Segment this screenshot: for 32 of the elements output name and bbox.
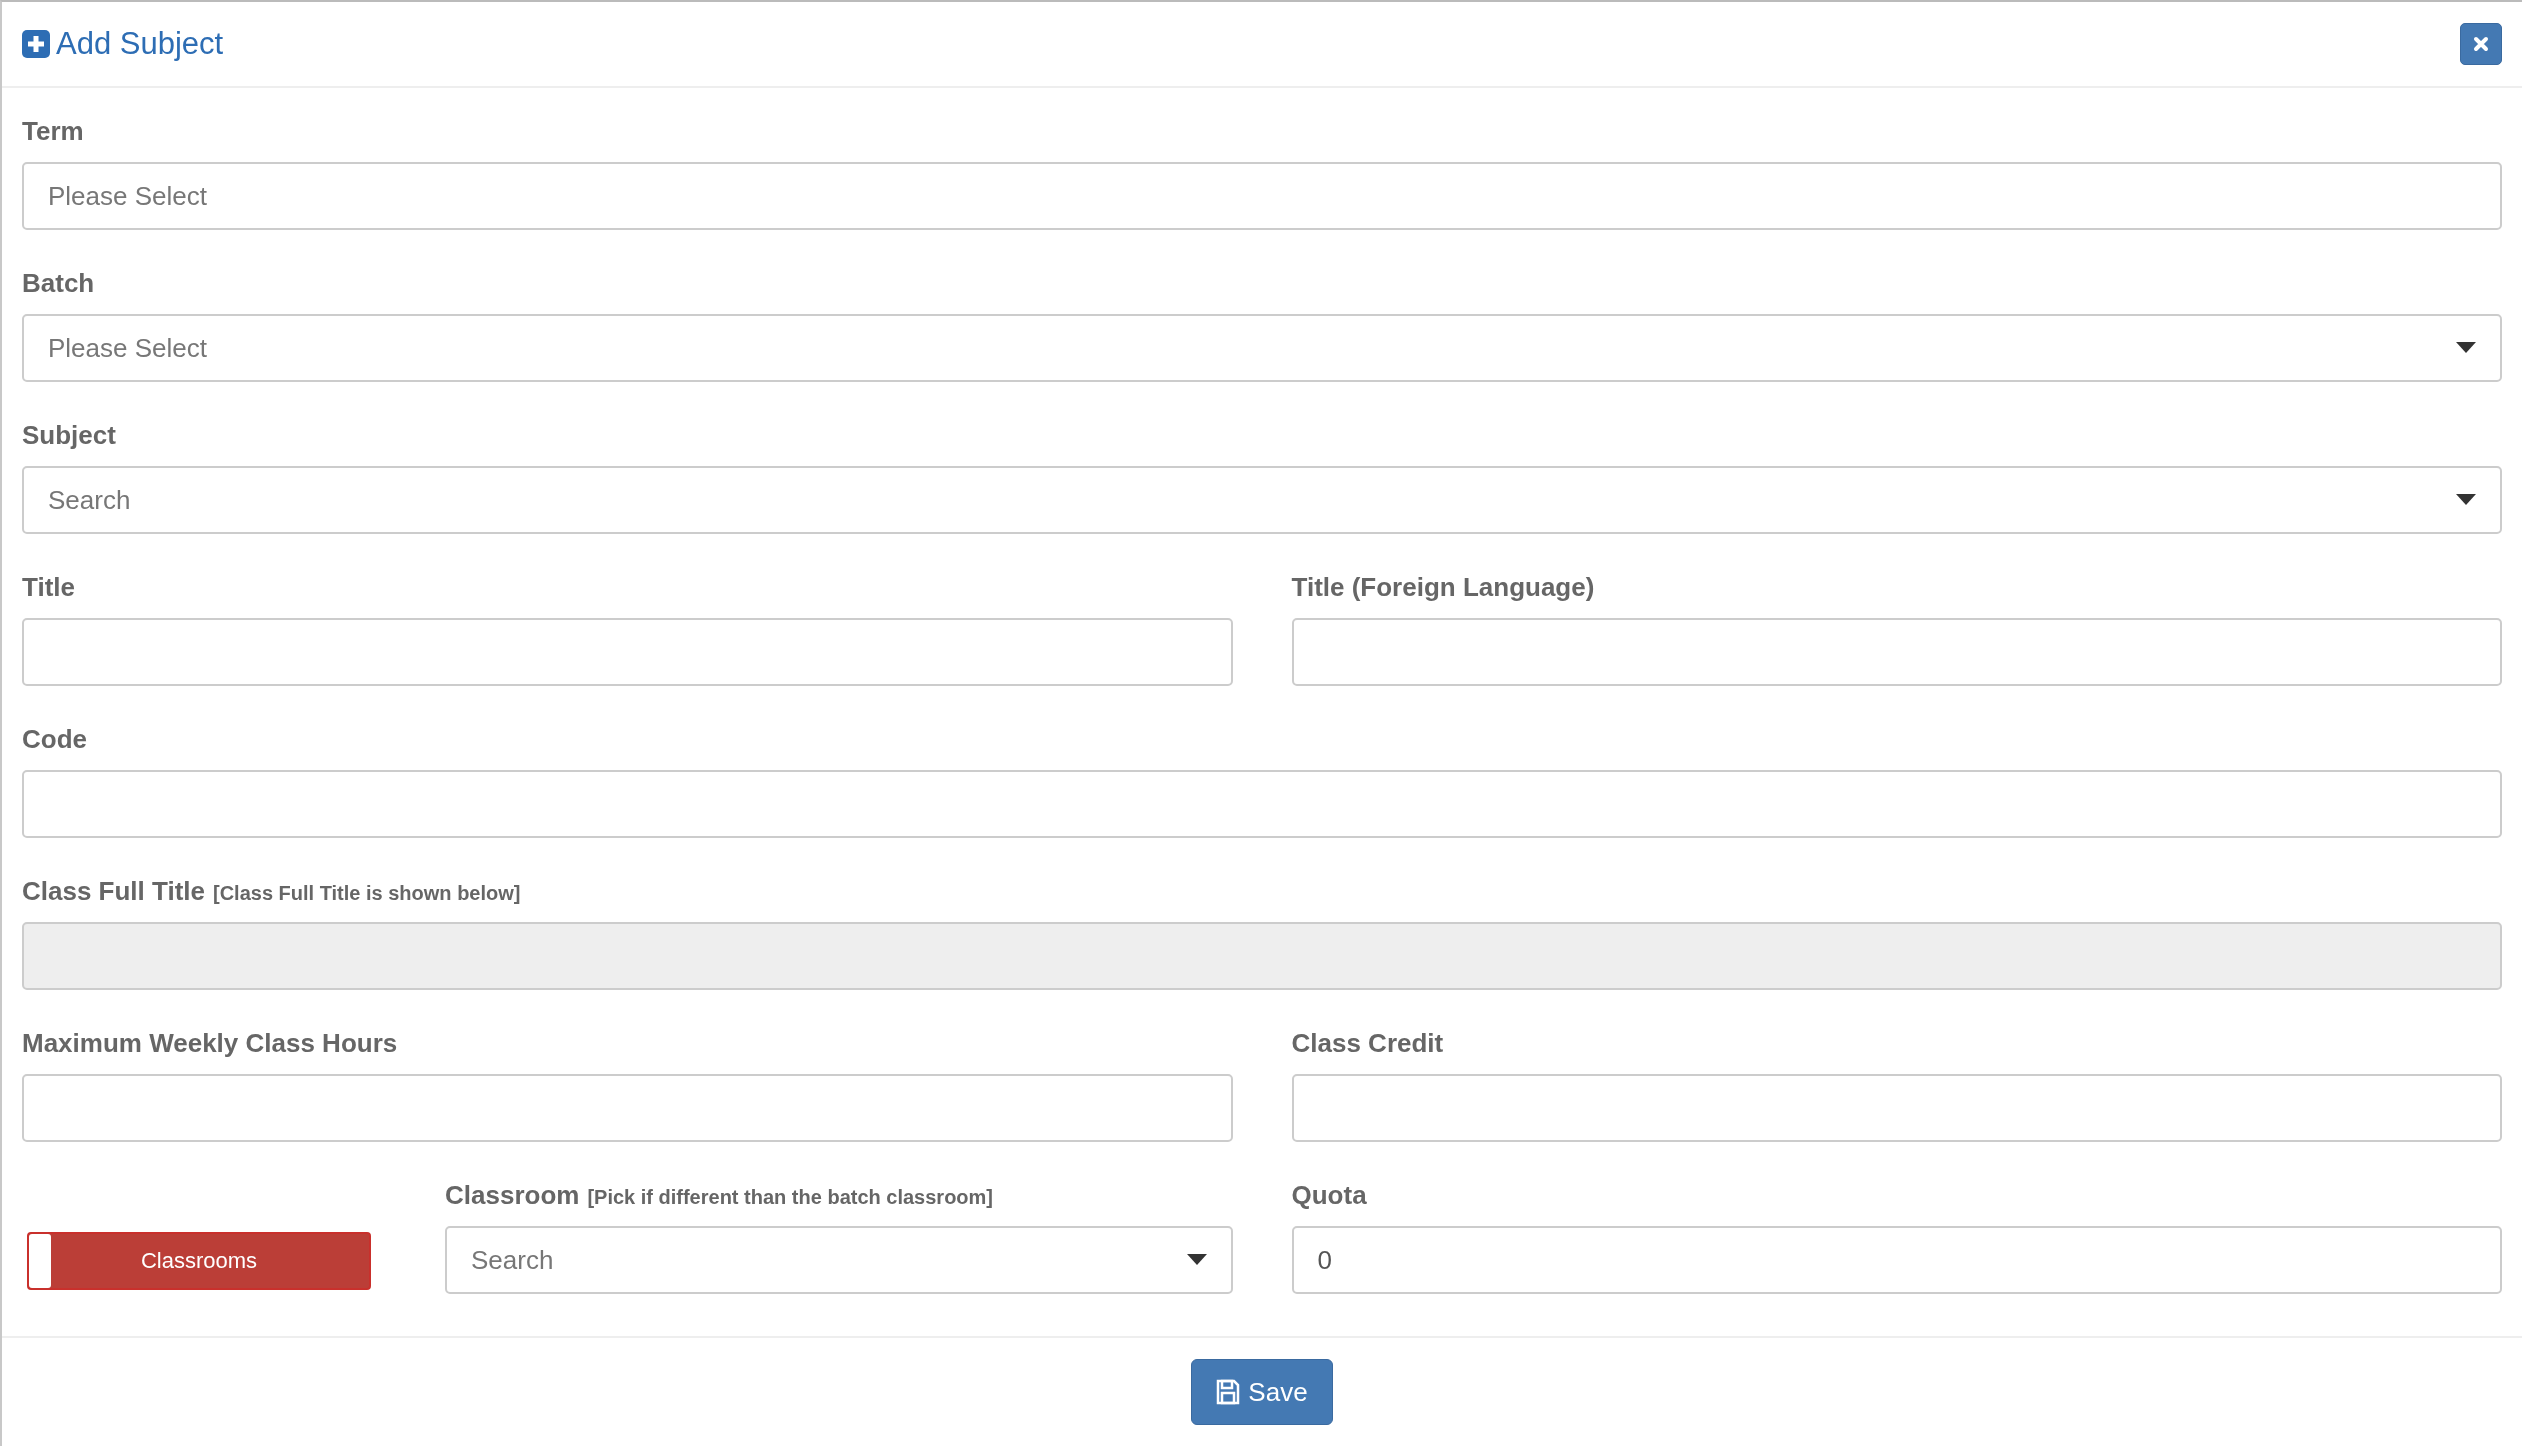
input-field[interactable]	[1291, 618, 2502, 686]
caret-icon	[2456, 342, 2476, 354]
field-label: Class Full Title	[22, 876, 205, 907]
dropdown-field[interactable]: Please Select	[22, 314, 2502, 382]
field-label: Title	[22, 572, 75, 603]
input-field[interactable]	[22, 770, 2502, 838]
field-label: Quota	[1291, 1180, 1367, 1211]
dropdown-field[interactable]: Search	[445, 1226, 1233, 1294]
field-label: Code	[22, 724, 87, 755]
dialog-title: Add Subject	[56, 26, 224, 62]
plus-square-icon	[22, 30, 50, 58]
field-label: Title (Foreign Language)	[1291, 572, 1595, 603]
field-label: Subject	[22, 420, 116, 451]
input-field[interactable]	[22, 1074, 1233, 1142]
field-hint: [Pick if different than the batch classroom]	[587, 1186, 993, 1209]
toggle-switch[interactable]: Classrooms	[27, 1232, 371, 1290]
close-button[interactable]	[2460, 23, 2502, 65]
field-label: Classroom	[445, 1180, 580, 1211]
field-label: Class Credit	[1291, 1028, 1444, 1059]
close-icon	[2473, 36, 2489, 52]
dropdown-field[interactable]: Search	[22, 466, 2502, 534]
input-field[interactable]	[1291, 1074, 2502, 1142]
save-button[interactable]: Save	[1191, 1359, 1333, 1425]
input-field[interactable]: 0	[1291, 1226, 2502, 1294]
caret-icon	[2456, 494, 2476, 506]
field-label: Maximum Weekly Class Hours	[22, 1028, 398, 1059]
input-field[interactable]: Please Select	[22, 162, 2502, 230]
field-hint: [Class Full Title is shown below]	[213, 882, 521, 905]
input-field[interactable]	[22, 618, 1233, 686]
caret-icon	[1186, 1254, 1207, 1266]
field-label: Batch	[22, 268, 95, 299]
field-label: Term	[22, 116, 84, 147]
